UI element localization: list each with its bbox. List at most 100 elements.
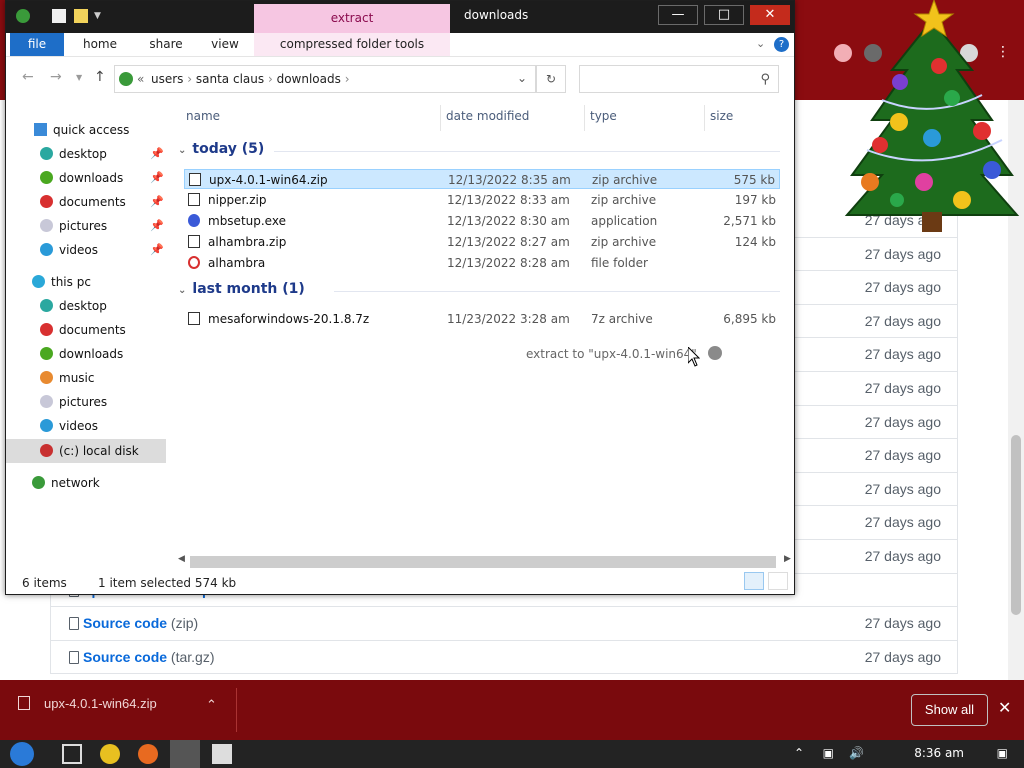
breadcrumb-users[interactable]: users bbox=[151, 72, 183, 86]
tab-view[interactable]: view bbox=[200, 33, 250, 56]
column-separator[interactable] bbox=[440, 105, 441, 131]
asset-link[interactable]: Source code (tar.gz) bbox=[69, 649, 215, 665]
back-button[interactable]: ← bbox=[22, 69, 34, 85]
tab-file[interactable]: file bbox=[10, 33, 64, 56]
nav-pc-videos[interactable]: videos bbox=[40, 415, 98, 437]
notifications-icon[interactable]: ▣ bbox=[997, 746, 1008, 760]
start-button[interactable] bbox=[10, 742, 34, 766]
download-item[interactable]: upx-4.0.1-win64.zip bbox=[18, 696, 157, 711]
asset-row[interactable]: Source code (tar.gz) 27 days ago bbox=[51, 641, 957, 675]
title-bar[interactable]: ▼ extract downloads — □ ✕ bbox=[6, 1, 794, 33]
file-date: 12/13/2022 8:27 am bbox=[447, 235, 570, 249]
chevron-down-icon[interactable]: ▼ bbox=[94, 9, 108, 23]
address-dropdown-icon[interactable]: ⌄ bbox=[517, 71, 527, 85]
nav-pc-documents[interactable]: documents bbox=[40, 319, 126, 341]
volume-icon[interactable]: 🔊 bbox=[849, 746, 864, 760]
tab-share[interactable]: share bbox=[134, 33, 198, 56]
chevron-down-icon[interactable]: ⌄ bbox=[178, 145, 186, 156]
recent-locations-icon[interactable]: ▼ bbox=[76, 73, 82, 82]
asset-link[interactable]: Source code (zip) bbox=[69, 615, 198, 631]
chrome-icon[interactable] bbox=[100, 744, 120, 764]
archive-app-icon[interactable] bbox=[212, 744, 232, 764]
scroll-left-icon[interactable]: ◀ bbox=[178, 554, 185, 564]
asset-age: 27 days ago bbox=[864, 413, 941, 430]
pin-icon[interactable]: 📌 bbox=[150, 191, 164, 213]
column-header-name[interactable]: name bbox=[186, 109, 220, 123]
file-row[interactable]: mesaforwindows-20.1.8.7z 11/23/2022 3:28… bbox=[184, 309, 780, 329]
properties-icon[interactable] bbox=[52, 9, 66, 23]
maximize-button[interactable]: □ bbox=[704, 5, 744, 25]
page-scroll-thumb[interactable] bbox=[1011, 435, 1021, 615]
nav-quick-downloads[interactable]: downloads 📌 bbox=[40, 167, 164, 189]
chevron-down-icon[interactable]: ⌄ bbox=[178, 285, 186, 296]
show-all-button[interactable]: Show all bbox=[911, 694, 988, 726]
extract-context-tab[interactable]: extract bbox=[254, 4, 450, 33]
nav-quick-pictures[interactable]: pictures 📌 bbox=[40, 215, 164, 237]
nav-quick-videos[interactable]: videos 📌 bbox=[40, 239, 164, 261]
forward-button[interactable]: → bbox=[50, 69, 62, 85]
nav-pc-desktop[interactable]: desktop bbox=[40, 295, 107, 317]
breadcrumb-santa-claus[interactable]: santa claus bbox=[196, 72, 264, 86]
star-icon bbox=[34, 123, 47, 136]
horizontal-scrollbar[interactable]: ◀ ▶ bbox=[174, 554, 794, 570]
asset-age: 27 days ago bbox=[864, 648, 941, 665]
file-row[interactable]: mbsetup.exe 12/13/2022 8:30 am applicati… bbox=[184, 211, 780, 231]
explorer-app-icon[interactable] bbox=[16, 9, 30, 23]
task-view-icon[interactable] bbox=[62, 744, 82, 764]
tab-home[interactable]: home bbox=[68, 33, 132, 56]
pin-icon[interactable]: 📌 bbox=[150, 143, 164, 165]
up-button[interactable]: ↑ bbox=[94, 69, 106, 85]
expand-ribbon-icon[interactable]: ⌄ bbox=[756, 37, 765, 50]
help-icon[interactable]: ? bbox=[774, 37, 789, 52]
nav-quick-access[interactable]: quick access bbox=[34, 119, 129, 141]
christmas-tree-icon bbox=[844, 0, 1020, 232]
file-row[interactable]: nipper.zip 12/13/2022 8:33 am zip archiv… bbox=[184, 190, 780, 210]
file-row[interactable]: alhambra.zip 12/13/2022 8:27 am zip arch… bbox=[184, 232, 780, 252]
nav-pc-downloads[interactable]: downloads bbox=[40, 343, 123, 365]
tab-compressed-folder-tools[interactable]: compressed folder tools bbox=[256, 33, 448, 56]
network-icon[interactable]: ▣ bbox=[823, 746, 834, 760]
column-header-date[interactable]: date modified bbox=[446, 109, 529, 123]
file-date: 12/13/2022 8:30 am bbox=[447, 214, 570, 228]
scroll-thumb[interactable] bbox=[190, 556, 776, 568]
breadcrumb-overflow[interactable]: « bbox=[137, 72, 144, 86]
file-row[interactable]: alhambra 12/13/2022 8:28 am file folder bbox=[184, 253, 780, 273]
search-input[interactable]: ⚲ bbox=[579, 65, 779, 93]
chevron-up-icon[interactable]: ⌃ bbox=[206, 698, 217, 713]
asset-age: 27 days ago bbox=[864, 547, 941, 564]
file-size: 575 kb bbox=[733, 173, 775, 187]
firefox-icon[interactable] bbox=[138, 744, 158, 764]
refresh-button[interactable]: ↻ bbox=[536, 65, 566, 93]
nav-network[interactable]: network bbox=[32, 472, 100, 494]
column-separator[interactable] bbox=[704, 105, 705, 131]
asset-row[interactable]: Source code (zip) 27 days ago bbox=[51, 607, 957, 641]
minimize-button[interactable]: — bbox=[658, 5, 698, 25]
file-name: alhambra.zip bbox=[208, 235, 287, 249]
group-header-last-month[interactable]: ⌄ last month (1) bbox=[178, 281, 305, 297]
nav-pc-music[interactable]: music bbox=[40, 367, 94, 389]
file-explorer-icon[interactable] bbox=[170, 740, 200, 768]
breadcrumb-downloads[interactable]: downloads bbox=[277, 72, 341, 86]
details-view-button[interactable] bbox=[744, 572, 764, 590]
nav-quick-desktop[interactable]: desktop 📌 bbox=[40, 143, 164, 165]
column-separator[interactable] bbox=[584, 105, 585, 131]
file-row[interactable]: upx-4.0.1-win64.zip 12/13/2022 8:35 am z… bbox=[184, 169, 780, 189]
clock[interactable]: 8:36 am bbox=[914, 746, 964, 760]
nav-this-pc[interactable]: this pc bbox=[32, 271, 91, 293]
close-button[interactable]: ✕ bbox=[750, 5, 790, 25]
pin-icon[interactable]: 📌 bbox=[150, 215, 164, 237]
nav-local-disk[interactable]: (c:) local disk bbox=[40, 440, 139, 462]
show-hidden-icons-icon[interactable]: ⌃ bbox=[794, 746, 804, 760]
large-icons-view-button[interactable] bbox=[768, 572, 788, 590]
column-header-type[interactable]: type bbox=[590, 109, 617, 123]
nav-quick-documents[interactable]: documents 📌 bbox=[40, 191, 164, 213]
column-header-size[interactable]: size bbox=[710, 109, 733, 123]
pin-icon[interactable]: 📌 bbox=[150, 167, 164, 189]
new-folder-icon[interactable] bbox=[74, 9, 88, 23]
address-bar[interactable]: « users › santa claus › downloads › ⌄ bbox=[114, 65, 536, 93]
close-icon[interactable]: ✕ bbox=[998, 698, 1011, 717]
nav-pc-pictures[interactable]: pictures bbox=[40, 391, 107, 413]
pin-icon[interactable]: 📌 bbox=[150, 239, 164, 261]
group-header-today[interactable]: ⌄ today (5) bbox=[178, 141, 264, 157]
scroll-right-icon[interactable]: ▶ bbox=[784, 554, 791, 564]
